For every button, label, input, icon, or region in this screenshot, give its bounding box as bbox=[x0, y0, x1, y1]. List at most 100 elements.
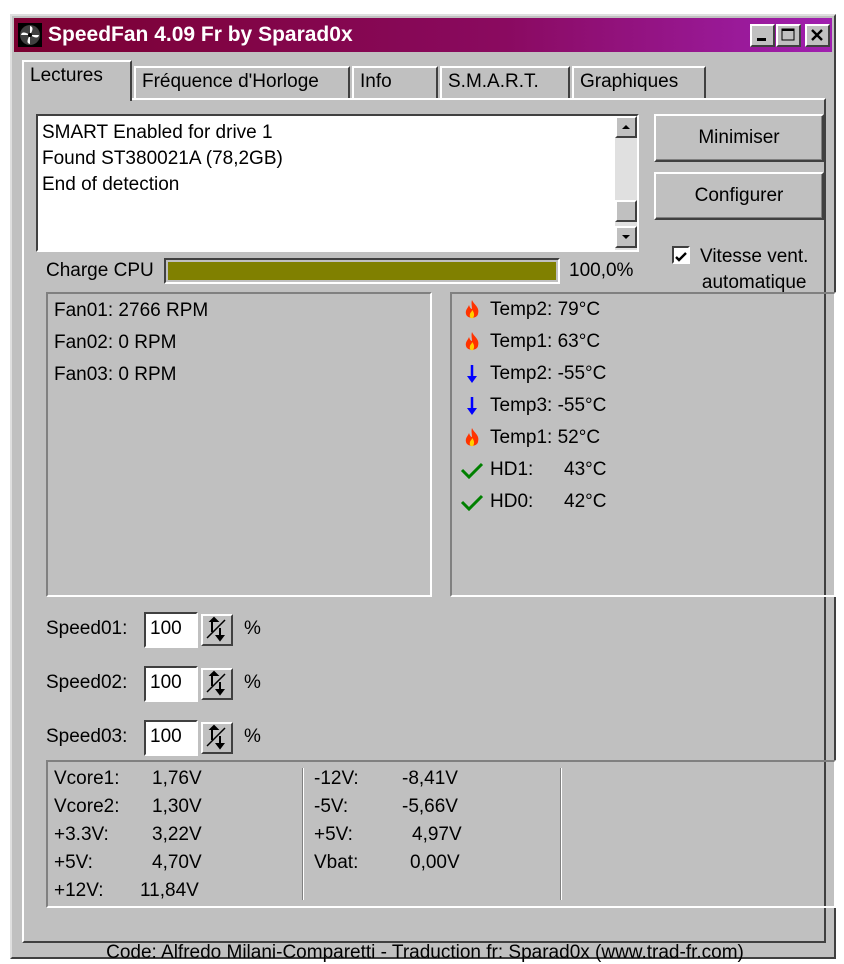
speed-input[interactable]: 100 bbox=[144, 666, 198, 702]
temps-panel: Temp2: 79°C Temp1: 63°C Temp2: -55°C Tem… bbox=[450, 292, 836, 597]
speed-spinner[interactable] bbox=[201, 668, 233, 700]
auto-fan-label-line1: Vitesse vent. bbox=[700, 246, 809, 267]
voltage-value: -8,41V bbox=[402, 768, 458, 789]
spin-arrows-icon bbox=[206, 670, 226, 696]
hdd-label: HD1: bbox=[490, 459, 534, 481]
tab-frequence-horloge[interactable]: Fréquence d'Horloge bbox=[134, 66, 350, 100]
hdd-value: 43°C bbox=[564, 459, 607, 481]
close-icon bbox=[811, 29, 823, 41]
tab-graphiques[interactable]: Graphiques bbox=[572, 66, 706, 100]
voltage-value: 3,22V bbox=[152, 824, 202, 845]
maximize-window-button[interactable] bbox=[776, 24, 801, 47]
flame-icon bbox=[465, 332, 479, 351]
speed-unit: % bbox=[244, 726, 261, 747]
voltage-name: +12V: bbox=[54, 880, 104, 901]
temp-label: Temp3: -55°C bbox=[490, 395, 607, 417]
speedfan-window: SpeedFan 4.09 Fr by Sparad0x Lectures Fr… bbox=[10, 14, 836, 963]
speed-spinner[interactable] bbox=[201, 722, 233, 754]
temp-reading: Temp3: -55°C bbox=[460, 394, 606, 418]
cpu-load-label: Charge CPU bbox=[46, 260, 154, 281]
cpu-load-bar bbox=[164, 258, 560, 284]
voltage-name: Vcore2: bbox=[54, 796, 120, 817]
hdd-temp-reading: HD1: 43°C bbox=[460, 458, 606, 482]
voltage-name: +5V: bbox=[54, 852, 93, 873]
log-line: End of detection bbox=[42, 174, 180, 195]
voltage-name: +3.3V: bbox=[54, 824, 109, 845]
flame-icon bbox=[465, 300, 479, 319]
log-line: Found ST380021A (78,2GB) bbox=[42, 148, 283, 169]
temp-reading: Temp2: 79°C bbox=[460, 298, 600, 322]
log-line: SMART Enabled for drive 1 bbox=[42, 122, 273, 143]
temp-label: Temp2: -55°C bbox=[490, 363, 607, 385]
speed-unit: % bbox=[244, 672, 261, 693]
spin-arrows-icon bbox=[206, 616, 226, 642]
window-title: SpeedFan 4.09 Fr by Sparad0x bbox=[48, 23, 353, 46]
auto-fan-label[interactable]: Vitesse vent. automatique bbox=[700, 244, 808, 296]
spin-arrows-icon bbox=[206, 724, 226, 750]
speed-spinner[interactable] bbox=[201, 614, 233, 646]
tab-smart[interactable]: S.M.A.R.T. bbox=[440, 66, 570, 100]
maximize-icon bbox=[781, 28, 795, 41]
temp-reading: Temp1: 63°C bbox=[460, 330, 600, 354]
temp-reading: Temp2: -55°C bbox=[460, 362, 606, 386]
arrow-down-icon bbox=[467, 397, 477, 415]
voltage-value: 4,97V bbox=[412, 824, 462, 845]
fans-panel: Fan01: 2766 RPM Fan02: 0 RPM Fan03: 0 RP… bbox=[46, 292, 432, 597]
voltage-name: -5V: bbox=[314, 796, 349, 817]
minimize-icon bbox=[757, 38, 766, 41]
voltage-value: -5,66V bbox=[402, 796, 458, 817]
voltage-value: 11,84V bbox=[140, 880, 199, 901]
voltage-value: 1,30V bbox=[152, 796, 202, 817]
close-window-button[interactable] bbox=[805, 24, 830, 47]
voltage-value: 0,00V bbox=[410, 852, 460, 873]
log-scrollbar[interactable] bbox=[615, 116, 637, 250]
tab-page-lectures: SMART Enabled for drive 1 Found ST380021… bbox=[22, 98, 836, 943]
column-divider bbox=[302, 768, 304, 900]
column-divider bbox=[560, 768, 562, 900]
arrow-down-icon bbox=[622, 235, 630, 239]
voltage-name: Vcore1: bbox=[54, 768, 120, 789]
fan-reading: Fan01: 2766 RPM bbox=[54, 300, 209, 321]
log-textbox[interactable]: SMART Enabled for drive 1 Found ST380021… bbox=[36, 114, 639, 252]
arrow-up-icon bbox=[622, 125, 630, 129]
hdd-label: HD0: bbox=[490, 491, 534, 513]
configure-button[interactable]: Configurer bbox=[654, 172, 824, 220]
voltage-value: 1,76V bbox=[152, 768, 202, 789]
speed-label: Speed02: bbox=[46, 672, 128, 693]
checkmark-icon bbox=[460, 462, 484, 480]
voltage-name: -12V: bbox=[314, 768, 359, 789]
minimize-window-button[interactable] bbox=[750, 24, 775, 47]
voltage-name: +5V: bbox=[314, 824, 353, 845]
tab-info[interactable]: Info bbox=[352, 66, 438, 100]
minimize-button[interactable]: Minimiser bbox=[654, 114, 824, 162]
hdd-temp-reading: HD0: 42°C bbox=[460, 490, 606, 514]
scroll-thumb[interactable] bbox=[615, 200, 637, 222]
title-bar[interactable]: SpeedFan 4.09 Fr by Sparad0x bbox=[14, 18, 832, 52]
temp-reading: Temp1: 52°C bbox=[460, 426, 600, 450]
speed-label: Speed03: bbox=[46, 726, 128, 747]
temp-label: Temp2: 79°C bbox=[490, 299, 601, 321]
hdd-value: 42°C bbox=[564, 491, 607, 513]
scroll-up-button[interactable] bbox=[615, 116, 637, 138]
fan-reading: Fan02: 0 RPM bbox=[54, 332, 177, 353]
temp-label: Temp1: 63°C bbox=[490, 331, 601, 353]
arrow-down-icon bbox=[467, 365, 477, 383]
fan-icon bbox=[18, 23, 42, 47]
tab-lectures[interactable]: Lectures bbox=[22, 60, 132, 101]
speed-unit: % bbox=[244, 618, 261, 639]
checkmark-icon bbox=[675, 252, 687, 262]
checkmark-icon bbox=[460, 494, 484, 512]
temp-label: Temp1: 52°C bbox=[490, 427, 601, 449]
flame-icon bbox=[465, 428, 479, 447]
scroll-down-button[interactable] bbox=[615, 226, 637, 248]
auto-fan-checkbox[interactable] bbox=[672, 246, 690, 264]
speed-input[interactable]: 100 bbox=[144, 720, 198, 756]
voltage-value: 4,70V bbox=[152, 852, 202, 873]
speed-input[interactable]: 100 bbox=[144, 612, 198, 648]
status-bar: Code: Alfredo Milani-Comparetti - Traduc… bbox=[106, 942, 744, 963]
voltages-panel: Vcore1: 1,76V Vcore2: 1,30V +3.3V: 3,22V… bbox=[46, 760, 836, 908]
cpu-load-fill bbox=[168, 262, 556, 280]
speed-label: Speed01: bbox=[46, 618, 128, 639]
fan-reading: Fan03: 0 RPM bbox=[54, 364, 177, 385]
cpu-load-percent: 100,0% bbox=[569, 260, 634, 281]
